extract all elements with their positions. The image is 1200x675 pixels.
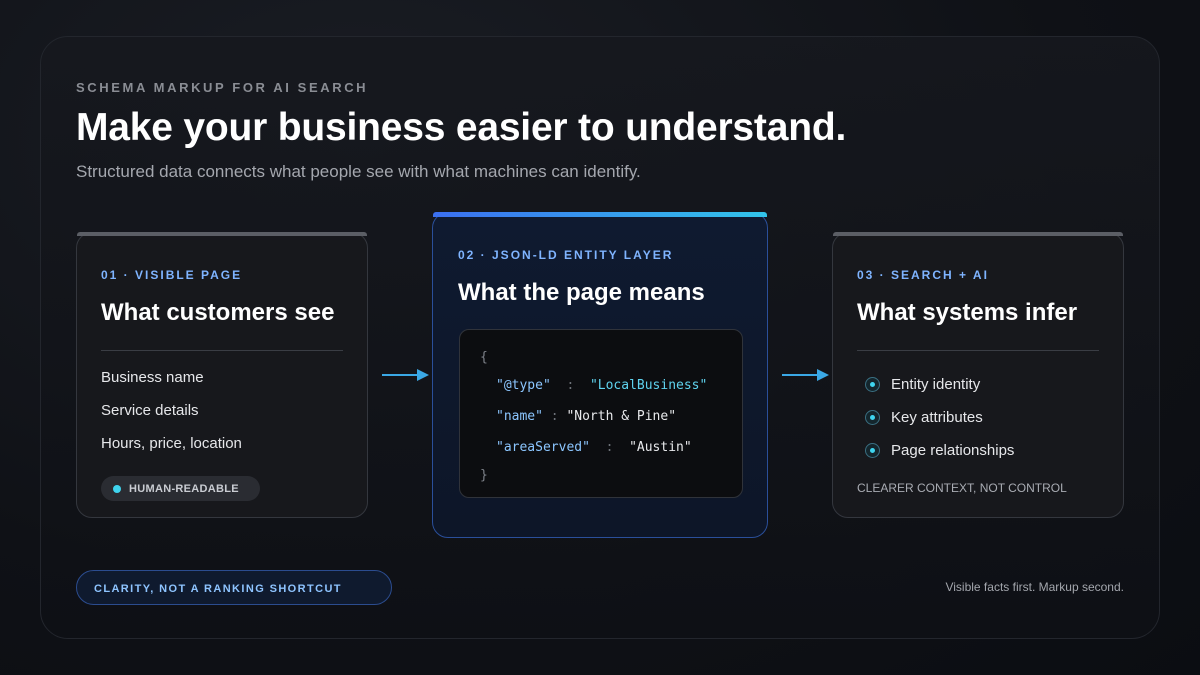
code-colon: : [605,440,614,455]
card-top-bar [77,232,367,236]
code-key: "name" [496,409,543,424]
page-subtitle: Structured data connects what people see… [76,162,641,181]
footer-tagline: Visible facts first. Markup second. [945,580,1124,594]
eyebrow: SCHEMA MARKUP FOR AI SEARCH [76,80,369,95]
search-ai-card: 03 · SEARCH + AI What systems infer Enti… [832,232,1124,518]
card-title: What the page means [458,279,705,306]
list-item: Hours, price, location [101,435,242,452]
divider [857,350,1099,351]
code-colon: : [566,378,575,393]
list-item-label: Page relationships [891,442,1015,459]
radio-bullet-icon [865,443,880,458]
list-item: Business name [101,369,204,386]
code-colon: : [550,409,559,424]
badge-label: HUMAN-READABLE [129,483,239,495]
list-item-label: Key attributes [891,409,983,426]
divider [101,350,343,351]
code-value: "North & Pine" [566,409,677,424]
arrow-right-icon [782,369,829,381]
radio-bullet-icon [865,377,880,392]
code-open-brace: { [480,350,488,365]
list-item: Service details [101,402,199,419]
clarity-badge: CLARITY, NOT A RANKING SHORTCUT [76,570,392,605]
code-close-brace: } [480,468,488,483]
code-value: "Austin" [629,440,692,455]
code-value: "LocalBusiness" [589,378,708,393]
entity-layer-card: 02 · JSON-LD ENTITY LAYER What the page … [432,212,768,538]
list-item-label: Entity identity [891,376,981,393]
human-readable-badge: HUMAN-READABLE [101,476,260,501]
badge-label: CLARITY, NOT A RANKING SHORTCUT [94,583,342,595]
code-key: "@type" [496,378,551,393]
code-key: "areaServed" [496,440,590,455]
visible-page-card: 01 · VISIBLE PAGE What customers see Bus… [76,232,368,518]
status-dot-icon [113,485,121,493]
code-line: "name" : "North & Pine" [496,409,676,424]
card-top-bar [833,232,1123,236]
page-title: Make your business easier to understand. [76,106,847,149]
card-step-label: 03 · SEARCH + AI [857,268,989,282]
code-line: "@type" : "LocalBusiness" [496,378,707,393]
arrow-right-icon [382,369,429,381]
card-note: CLEARER CONTEXT, NOT CONTROL [857,481,1067,495]
card-title: What systems infer [857,299,1078,326]
json-ld-code-block: { "@type" : "LocalBusiness" "name" : "No… [459,329,743,498]
card-step-label: 02 · JSON-LD ENTITY LAYER [458,248,674,262]
radio-bullet-icon [865,410,880,425]
card-step-label: 01 · VISIBLE PAGE [101,268,243,282]
code-line: "areaServed" : "Austin" [496,440,692,455]
card-title: What customers see [101,299,335,326]
card-top-bar [433,212,767,217]
